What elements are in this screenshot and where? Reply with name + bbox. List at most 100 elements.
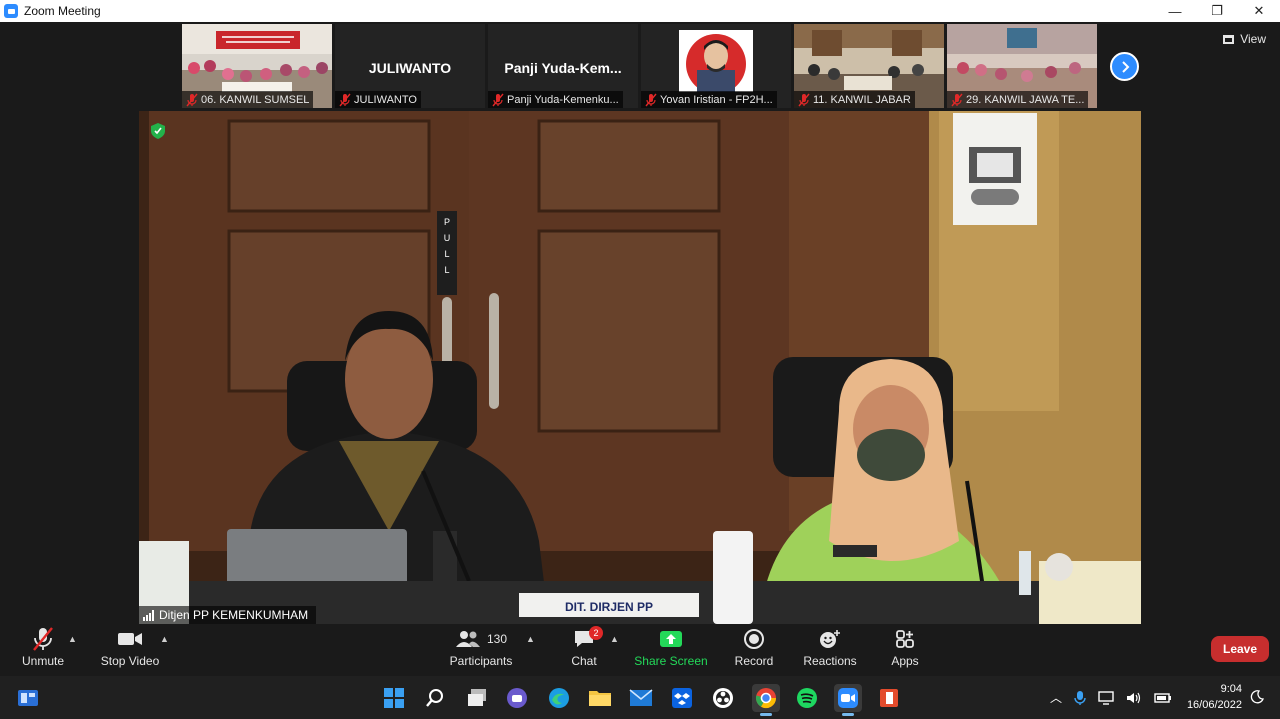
meeting-toolbar: Unmute ▲ Stop Video ▲ 130 Participants ▲… [0,624,1280,676]
next-page-button[interactable] [1110,52,1139,81]
task-view-icon[interactable] [463,684,491,712]
grid-view-icon [1223,34,1235,44]
reactions-label: Reactions [803,654,857,668]
microphone-in-use-icon[interactable] [1074,690,1086,706]
record-label: Record [734,654,774,668]
stop-video-button[interactable]: Stop Video [90,624,170,676]
participant-avatar [679,30,753,92]
share-screen-button[interactable]: Share Screen [631,624,711,676]
teams-chat-icon[interactable] [503,684,531,712]
door-sign-text: P [444,217,450,227]
search-icon[interactable] [421,684,449,712]
mic-muted-icon [186,93,198,106]
close-button[interactable]: ✕ [1238,0,1280,22]
view-button[interactable]: View [1223,32,1266,46]
mail-icon[interactable] [627,684,655,712]
participant-tile[interactable]: Panji Yuda-Kem... Panji Yuda-Kemenku... [488,24,638,108]
participant-tile[interactable]: 29. KANWIL JAWA TE... [947,24,1097,108]
chat-label: Chat [571,654,597,668]
obs-icon[interactable] [709,684,737,712]
volume-icon[interactable] [1126,691,1142,705]
participants-label: Participants [449,654,513,668]
view-button-label: View [1240,32,1266,46]
participant-display-name: JULIWANTO [368,60,452,76]
record-button[interactable]: Record [714,624,794,676]
participant-name: 11. KANWIL JABAR [813,93,911,106]
participant-display-name: Panji Yuda-Kem... [504,60,622,76]
title-bar: Zoom Meeting — ❐ ✕ [0,0,1280,22]
unmute-button[interactable]: Unmute [3,624,83,676]
reactions-button[interactable]: Reactions [790,624,870,676]
video-camera-icon [118,633,142,645]
chat-button[interactable]: 2 Chat [544,624,624,676]
speaker-nameplate: Ditjen PP KEMENKUMHAM [139,606,317,624]
clock-time: 9:04 [1220,683,1242,695]
participant-tile[interactable]: 06. KANWIL SUMSEL [182,24,332,108]
chevron-right-icon [1121,60,1129,73]
windows-taskbar: ︿ 9:04 16/06/2022 [0,676,1280,719]
participant-nameplate: Yovan Iristian - FP2H... [641,91,777,108]
meeting-area: 06. KANWIL SUMSEL JULIWANTO JULIWANTO Pa… [0,22,1280,624]
door-sign-text: L [444,249,449,259]
active-speaker-video[interactable]: P U L L DIT. DIRJEN PP Ditjen PP KEMENKU… [139,111,1141,624]
system-tray: ︿ [1050,676,1172,719]
window-controls: — ❐ ✕ [1154,0,1280,22]
participants-button[interactable]: 130 Participants [441,624,521,676]
signal-strength-icon [143,609,154,621]
door-sign-text: L [444,265,449,275]
thumbnail-strip: 06. KANWIL SUMSEL JULIWANTO JULIWANTO Pa… [182,24,1097,108]
chat-options-caret-icon[interactable]: ▲ [610,634,619,644]
stop-video-label: Stop Video [100,654,160,668]
widgets-icon[interactable] [14,684,42,712]
edge-icon[interactable] [545,684,573,712]
show-hidden-icons-icon[interactable]: ︿ [1050,689,1062,706]
participant-name: JULIWANTO [354,93,417,106]
taskbar-clock[interactable]: 9:04 16/06/2022 [1180,681,1242,713]
chrome-icon[interactable] [752,684,780,716]
mic-muted-icon [645,93,657,106]
apps-button[interactable]: Apps [865,624,945,676]
zoom-icon[interactable] [834,684,862,716]
participants-options-caret-icon[interactable]: ▲ [526,634,535,644]
reactions-smiley-icon [820,630,840,648]
window-title: Zoom Meeting [24,4,101,18]
participant-tile[interactable]: 11. KANWIL JABAR [794,24,944,108]
display-icon[interactable] [1098,690,1114,705]
file-explorer-icon[interactable] [586,684,614,712]
mic-muted-icon [339,93,351,106]
windows-start-icon[interactable] [380,684,408,712]
participant-nameplate: Panji Yuda-Kemenku... [488,91,623,108]
office-icon[interactable] [875,684,903,712]
microphone-muted-icon [33,627,53,651]
chat-unread-badge: 2 [589,626,603,640]
participant-tile[interactable]: Yovan Iristian - FP2H... [641,24,791,108]
participant-name: 06. KANWIL SUMSEL [201,93,310,106]
dropbox-icon[interactable] [668,684,696,712]
participant-nameplate: 29. KANWIL JAWA TE... [947,91,1089,108]
leave-button[interactable]: Leave [1211,636,1269,662]
participant-nameplate: 11. KANWIL JABAR [794,91,915,108]
participant-name: Yovan Iristian - FP2H... [660,93,773,106]
share-screen-icon [660,631,682,647]
speaker-name: Ditjen PP KEMENKUMHAM [159,608,309,622]
audio-options-caret-icon[interactable]: ▲ [68,634,77,644]
participant-nameplate: 06. KANWIL SUMSEL [182,91,314,108]
zoom-app-icon [4,4,18,18]
speaker-video-feed: P U L L DIT. DIRJEN PP [139,111,1141,624]
restore-button[interactable]: ❐ [1196,0,1238,22]
participant-tile[interactable]: JULIWANTO JULIWANTO [335,24,485,108]
apps-label: Apps [891,654,919,668]
minimize-button[interactable]: — [1154,0,1196,22]
mic-muted-icon [951,93,963,106]
mic-muted-icon [492,93,504,106]
participant-name: Panji Yuda-Kemenku... [507,93,619,106]
spotify-icon[interactable] [793,684,821,712]
security-shield-icon[interactable] [151,123,165,139]
door-sign-text: U [444,233,451,243]
notifications-moon-icon[interactable] [1250,690,1264,704]
participant-nameplate: JULIWANTO [335,91,421,108]
battery-icon[interactable] [1154,692,1172,704]
video-options-caret-icon[interactable]: ▲ [160,634,169,644]
participants-icon [455,631,480,647]
record-icon [744,629,764,649]
